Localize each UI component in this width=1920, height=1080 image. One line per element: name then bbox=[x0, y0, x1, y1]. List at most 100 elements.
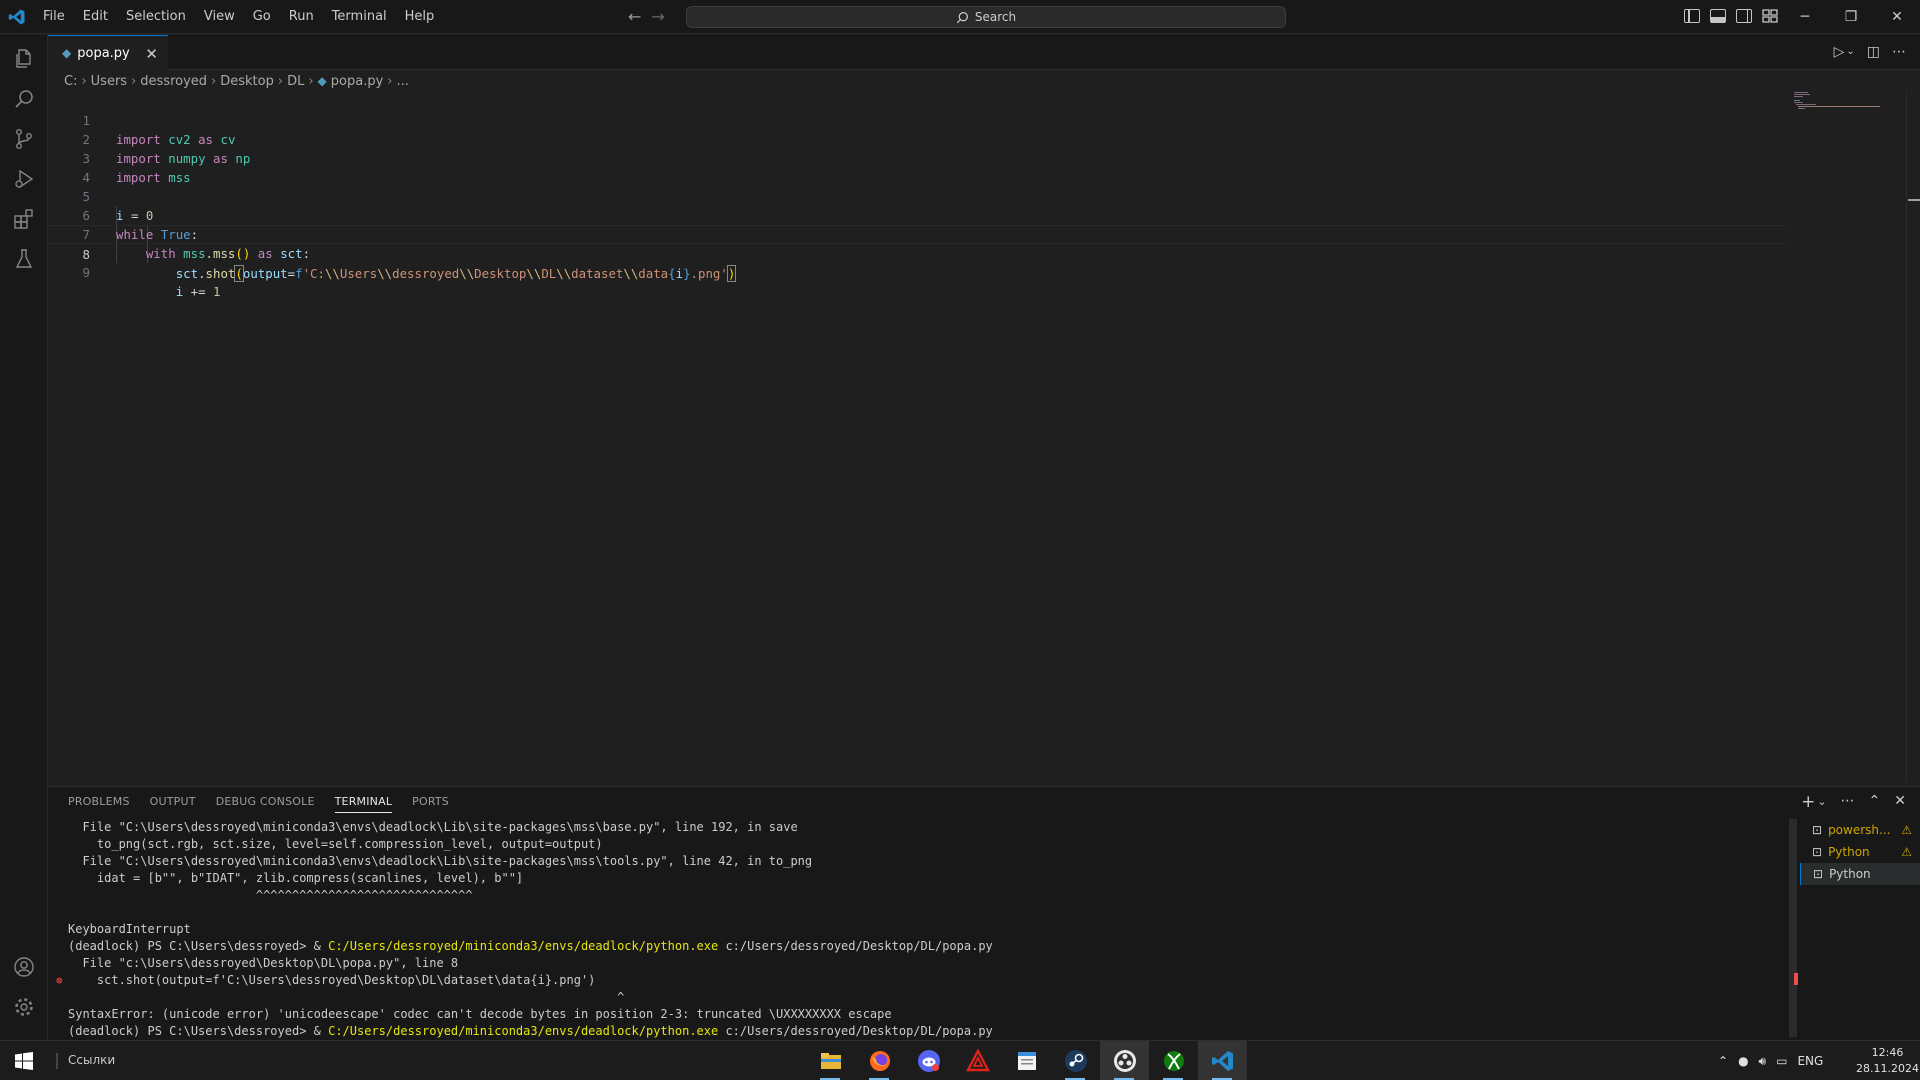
source-control-icon[interactable] bbox=[12, 127, 36, 151]
obs-icon[interactable] bbox=[1100, 1041, 1149, 1080]
menu-bar: File Edit Selection View Go Run Terminal… bbox=[34, 0, 443, 34]
prompt-text: (deadlock) PS C:\Users\dessroyed> & bbox=[68, 1024, 329, 1038]
menu-file[interactable]: File bbox=[34, 0, 74, 34]
editor-scrollbar[interactable] bbox=[1906, 92, 1920, 782]
tab-popa-py[interactable]: ◆ popa.py ✕ bbox=[48, 35, 168, 70]
links-toolbar-label[interactable]: Ссылки bbox=[68, 1053, 115, 1067]
extensions-icon[interactable] bbox=[12, 207, 36, 231]
command-center-search[interactable]: Search bbox=[686, 6, 1286, 28]
terminal-instance-python[interactable]: ⊡ Python ⚠ bbox=[1800, 841, 1920, 863]
vscode-icon[interactable] bbox=[1198, 1041, 1247, 1080]
editor-tab-bar: ◆ popa.py ✕ ▷ ⌄ ◫ ⋯ bbox=[48, 35, 1920, 70]
tab-terminal[interactable]: TERMINAL bbox=[334, 795, 393, 813]
chevron-right-icon: › bbox=[308, 73, 314, 89]
steam-icon[interactable] bbox=[1051, 1041, 1100, 1080]
terminal-name: powersh... bbox=[1828, 823, 1891, 837]
search-icon[interactable] bbox=[12, 87, 36, 111]
customize-layout-icon[interactable] bbox=[1762, 9, 1778, 23]
maximize-panel-icon[interactable]: ⌃ bbox=[1869, 793, 1881, 811]
settings-gear-icon[interactable] bbox=[12, 995, 36, 1019]
chevron-right-icon: › bbox=[387, 73, 393, 89]
terminal-icon: ⊡ bbox=[1812, 823, 1823, 837]
run-and-debug-icon[interactable] bbox=[12, 167, 36, 191]
discord-icon[interactable] bbox=[904, 1041, 953, 1080]
close-window-icon[interactable]: ✕ bbox=[1874, 0, 1920, 34]
restore-icon[interactable]: ❐ bbox=[1828, 0, 1874, 34]
chevron-up-icon[interactable]: ⌃ bbox=[1718, 1054, 1728, 1068]
terminal-output[interactable]: File "C:\Users\dessroyed\miniconda3\envs… bbox=[56, 819, 1768, 1057]
split-editor-icon[interactable]: ◫ bbox=[1867, 44, 1880, 60]
chevron-down-icon[interactable]: ⌄ bbox=[1817, 793, 1826, 811]
menu-terminal[interactable]: Terminal bbox=[323, 0, 396, 34]
testing-flask-icon[interactable] bbox=[12, 247, 36, 271]
microphone-icon[interactable]: ● bbox=[1738, 1054, 1748, 1068]
breadcrumb-item[interactable]: Users bbox=[91, 74, 127, 89]
close-panel-icon[interactable]: ✕ bbox=[1894, 793, 1906, 811]
tab-debug-console[interactable]: DEBUG CONSOLE bbox=[216, 795, 315, 813]
tab-problems[interactable]: PROBLEMS bbox=[68, 795, 130, 813]
more-actions-icon[interactable]: ⋯ bbox=[1841, 793, 1855, 811]
menu-selection[interactable]: Selection bbox=[117, 0, 195, 34]
terminal-instance-powershell[interactable]: ⊡ powersh... ⚠ bbox=[1800, 819, 1920, 841]
menu-edit[interactable]: Edit bbox=[74, 0, 117, 34]
terminal-scrollbar[interactable] bbox=[1789, 819, 1797, 1037]
chevron-down-icon[interactable]: ⌄ bbox=[1846, 44, 1854, 60]
close-tab-icon[interactable]: ✕ bbox=[145, 45, 158, 63]
breadcrumb-item[interactable]: DL bbox=[287, 74, 304, 89]
exe-path: C:/Users/dessroyed/miniconda3/envs/deadl… bbox=[328, 939, 719, 953]
menu-go[interactable]: Go bbox=[244, 0, 280, 34]
explorer-icon[interactable] bbox=[12, 47, 36, 71]
menu-run[interactable]: Run bbox=[280, 0, 323, 34]
windows-start-icon[interactable] bbox=[14, 1051, 34, 1071]
line-number: 9 bbox=[82, 265, 90, 280]
breadcrumb: C: › Users › dessroyed › Desktop › DL › ◆ pop… bbox=[64, 72, 409, 90]
prompt-text: (deadlock) PS C:\Users\dessroyed> & bbox=[68, 939, 329, 953]
new-terminal-icon[interactable]: + bbox=[1801, 793, 1815, 811]
breadcrumb-item[interactable]: C: bbox=[64, 74, 77, 89]
search-icon bbox=[956, 11, 968, 23]
adobe-acrobat-icon[interactable] bbox=[953, 1041, 1002, 1080]
speaker-icon[interactable]: 🔊︎ bbox=[1759, 1054, 1767, 1069]
breadcrumb-item[interactable]: dessroyed bbox=[140, 74, 207, 89]
accounts-icon[interactable] bbox=[12, 955, 36, 979]
editor-actions: ▷ ⌄ ◫ ⋯ bbox=[1834, 44, 1906, 60]
chevron-right-icon: › bbox=[277, 73, 284, 89]
more-actions-icon[interactable]: ⋯ bbox=[1892, 44, 1906, 60]
breadcrumb-symbols[interactable]: ... bbox=[397, 74, 409, 89]
chevron-right-icon: › bbox=[81, 73, 87, 89]
xbox-icon[interactable] bbox=[1149, 1041, 1198, 1080]
code-line: 1 import cv2 as cv bbox=[48, 92, 1788, 147]
toggle-primary-sidebar-icon[interactable] bbox=[1684, 9, 1700, 23]
input-language[interactable]: ENG bbox=[1797, 1054, 1823, 1068]
bottom-panel: PROBLEMS OUTPUT DEBUG CONSOLE TERMINAL P… bbox=[48, 786, 1920, 1056]
toggle-panel-icon[interactable] bbox=[1710, 9, 1726, 23]
minimize-icon[interactable]: ─ bbox=[1782, 0, 1828, 34]
tab-output[interactable]: OUTPUT bbox=[150, 795, 196, 813]
firefox-icon[interactable] bbox=[855, 1041, 904, 1080]
toggle-secondary-sidebar-icon[interactable] bbox=[1736, 9, 1752, 23]
code-editor[interactable]: 1 import cv2 as cv 2 import numpy as np … bbox=[48, 92, 1904, 782]
notepad-icon[interactable] bbox=[1002, 1041, 1051, 1080]
forward-arrow-icon[interactable]: → bbox=[651, 8, 664, 26]
breadcrumb-item[interactable]: Desktop bbox=[220, 74, 274, 89]
menu-view[interactable]: View bbox=[195, 0, 244, 34]
back-arrow-icon[interactable]: ← bbox=[628, 8, 641, 26]
breadcrumb-file[interactable]: popa.py bbox=[331, 74, 384, 89]
code-line: 6 while True: bbox=[48, 187, 1788, 242]
layout-controls bbox=[1684, 9, 1778, 23]
run-python-file-icon[interactable]: ▷ bbox=[1834, 44, 1845, 60]
tab-ports[interactable]: PORTS bbox=[412, 795, 449, 813]
file-explorer-icon[interactable] bbox=[806, 1041, 855, 1080]
menu-help[interactable]: Help bbox=[396, 0, 444, 34]
terminal-error-line: ⊗ sct.shot(output=f'C:\Users\dessroyed\D… bbox=[56, 972, 1768, 989]
warning-icon: ⚠ bbox=[1901, 823, 1912, 837]
code-text: i += 1 bbox=[175, 284, 221, 299]
script-arg: c:/Users/dessroyed/Desktop/DL/popa.py bbox=[718, 1024, 993, 1038]
minimap[interactable] bbox=[1794, 91, 1884, 111]
taskbar-clock[interactable]: 12:46 28.11.2024 bbox=[1856, 1045, 1919, 1077]
terminal-instance-python-active[interactable]: ⊡ Python bbox=[1800, 863, 1920, 885]
error-decoration-icon[interactable]: ⊗ bbox=[56, 972, 63, 989]
terminal-icon: ⊡ bbox=[1812, 845, 1823, 859]
network-icon[interactable]: ▭ bbox=[1776, 1054, 1787, 1068]
terminal-name: Python bbox=[1829, 867, 1871, 881]
